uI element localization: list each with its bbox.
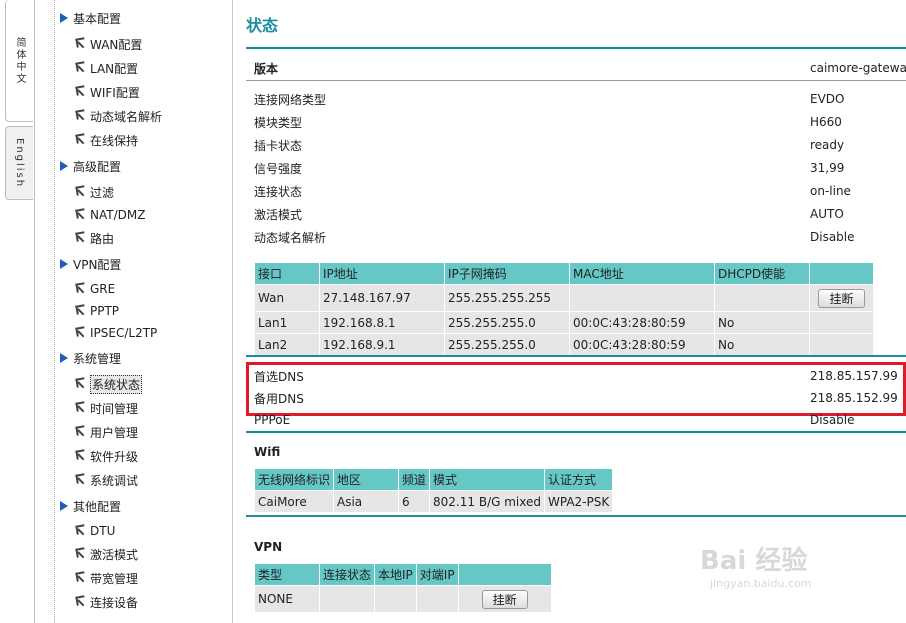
info-row: 连接状态 on-line: [254, 184, 851, 199]
nav-item-pptp[interactable]: PPTP: [74, 301, 119, 321]
expand-triangle-icon: [60, 161, 68, 171]
vpn-table: 类型 连接状态 本地IP 对端IP NONE 挂断: [254, 563, 552, 613]
vpn-section-title: VPN: [254, 540, 283, 554]
divider: [246, 47, 906, 49]
info-row: 动态域名解析 Disable: [254, 230, 855, 245]
tool-icon: [74, 86, 86, 98]
wan-disconnect-button[interactable]: 挂断: [818, 288, 865, 308]
pppoe-row: PPPoE Disable: [254, 413, 855, 427]
table-row: Lan2 192.168.9.1 255.255.255.0 00:0C:43:…: [254, 333, 874, 356]
nav-group-other[interactable]: 其他配置: [60, 496, 121, 516]
watermark-logo: Bai 经验 jingyan.baidu.com: [700, 546, 812, 590]
nav-item-debug[interactable]: 系统调试: [74, 470, 138, 490]
tool-icon: [74, 134, 86, 146]
tool-icon: [74, 572, 86, 584]
vpn-disconnect-button[interactable]: 挂断: [481, 589, 528, 609]
tool-icon: [74, 232, 86, 244]
divider: [246, 80, 906, 81]
divider: [246, 355, 906, 357]
divider: [246, 431, 906, 433]
expand-triangle-icon: [60, 13, 68, 23]
nav-item-dtu[interactable]: DTU: [74, 521, 115, 541]
nav-item-system-status[interactable]: 系统状态: [74, 374, 143, 394]
info-row: 连接网络类型 EVDO: [254, 92, 845, 107]
tool-icon: [74, 426, 86, 438]
table-row: Wan 27.148.167.97 255.255.255.255 挂断: [254, 284, 874, 312]
tool-icon: [74, 378, 86, 390]
expand-triangle-icon: [60, 501, 68, 511]
nav-group-advanced[interactable]: 高级配置: [60, 156, 121, 176]
nav-item-upgrade[interactable]: 软件升级: [74, 446, 138, 466]
info-row: 信号强度 31,99: [254, 161, 845, 176]
table-header: 类型 连接状态 本地IP 对端IP: [254, 563, 552, 586]
tool-icon: [74, 525, 86, 537]
tool-icon: [74, 186, 86, 198]
nav-item-route[interactable]: 路由: [74, 228, 114, 248]
table-header: 无线网络标识 地区 频道 模式 认证方式: [253, 468, 614, 491]
nav-group-system[interactable]: 系统管理: [60, 348, 121, 368]
dns-secondary-row: 备用DNS 218.85.152.99: [254, 391, 898, 406]
nav-item-wifi[interactable]: WIFI配置: [74, 82, 140, 102]
nav-item-nat-dmz[interactable]: NAT/DMZ: [74, 205, 145, 225]
nav-item-activation[interactable]: 激活模式: [74, 544, 138, 564]
nav-item-users[interactable]: 用户管理: [74, 422, 138, 442]
tool-icon: [74, 548, 86, 560]
table-row: Lan1 192.168.8.1 255.255.255.0 00:0C:43:…: [254, 311, 874, 334]
expand-triangle-icon: [60, 353, 68, 363]
tree-line: [54, 0, 55, 623]
table-row: NONE 挂断: [254, 585, 552, 613]
tool-icon: [74, 596, 86, 608]
info-row: 模块类型 H660: [254, 115, 842, 130]
interface-table: 接口 IP地址 IP子网掩码 MAC地址 DHCPD使能 Wan 27.148.…: [254, 262, 874, 356]
tool-icon: [74, 62, 86, 74]
version-row: 版本 caimore-gateway-: [254, 61, 906, 76]
tab-chinese[interactable]: 简体中文: [5, 0, 33, 122]
info-row: 激活模式 AUTO: [254, 207, 844, 222]
tab-english[interactable]: English: [5, 126, 33, 200]
sidebar-nav: 基本配置 WAN配置 LAN配置 WIFI配置 动态域名解析 在线保持 高级配置…: [34, 0, 233, 623]
nav-item-bandwidth[interactable]: 带宽管理: [74, 568, 138, 588]
nav-item-time[interactable]: 时间管理: [74, 398, 138, 418]
tool-icon: [74, 474, 86, 486]
language-bar: 简体中文 English: [0, 0, 35, 623]
table-row: CaiMore Asia 6 802.11 B/G mixed WPA2-PSK: [253, 490, 614, 513]
nav-group-basic[interactable]: 基本配置: [60, 8, 121, 28]
tool-icon: [74, 402, 86, 414]
tool-icon: [74, 327, 86, 339]
nav-item-filter[interactable]: 过滤: [74, 182, 114, 202]
tool-icon: [74, 38, 86, 50]
page-title: 状态: [246, 16, 279, 35]
nav-item-gre[interactable]: GRE: [74, 279, 115, 299]
nav-item-lan[interactable]: LAN配置: [74, 58, 138, 78]
nav-group-vpn[interactable]: VPN配置: [60, 254, 121, 274]
nav-item-ddns[interactable]: 动态域名解析: [74, 106, 162, 126]
status-panel: 状态 版本 caimore-gateway- 连接网络类型EVDO 模块类型H6…: [246, 0, 906, 623]
tool-icon: [74, 110, 86, 122]
tool-icon: [74, 450, 86, 462]
tool-icon: [74, 209, 86, 221]
nav-item-wan[interactable]: WAN配置: [74, 34, 142, 54]
dns-primary-row: 首选DNS 218.85.157.99: [254, 369, 898, 384]
nav-item-keepalive[interactable]: 在线保持: [74, 130, 138, 150]
info-row: 插卡状态 ready: [254, 138, 845, 153]
wifi-table: 无线网络标识 地区 频道 模式 认证方式 CaiMore Asia 6 802.…: [253, 468, 614, 513]
wifi-section-title: Wifi: [254, 445, 281, 459]
table-header: 接口 IP地址 IP子网掩码 MAC地址 DHCPD使能: [254, 262, 874, 285]
expand-triangle-icon: [60, 259, 68, 269]
tool-icon: [74, 305, 86, 317]
divider: [246, 515, 906, 517]
nav-item-devices[interactable]: 连接设备: [74, 592, 138, 612]
nav-item-ipsec[interactable]: IPSEC/L2TP: [74, 323, 157, 343]
tool-icon: [74, 283, 86, 295]
